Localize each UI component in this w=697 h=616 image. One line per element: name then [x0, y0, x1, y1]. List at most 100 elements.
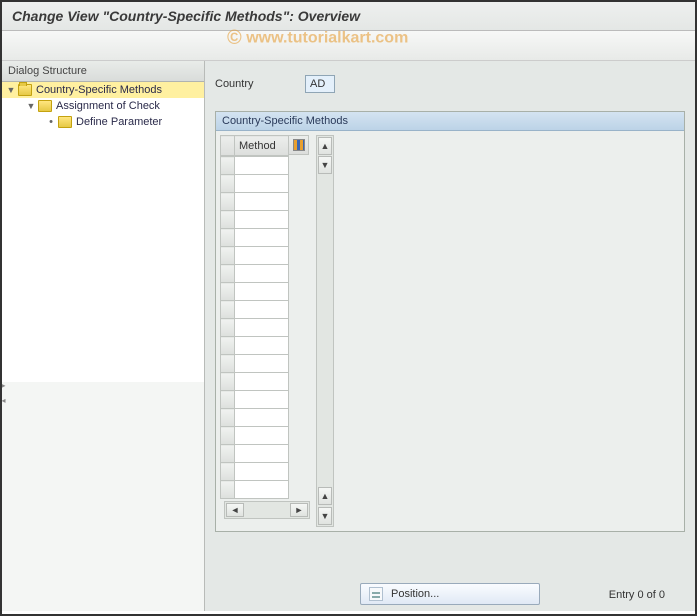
page-title: Change View "Country-Specific Methods": … [2, 2, 695, 31]
scroll-up-button[interactable]: ▲ [318, 137, 332, 155]
method-cell[interactable] [235, 427, 289, 445]
method-cell[interactable] [235, 265, 289, 283]
select-all-header[interactable] [221, 136, 235, 156]
row-selector[interactable] [221, 319, 235, 337]
scroll-right-button[interactable]: ► [290, 503, 308, 517]
table-row[interactable] [221, 373, 289, 391]
method-cell[interactable] [235, 193, 289, 211]
splitter-handle[interactable]: ▸ ◂ [2, 381, 8, 407]
method-cell[interactable] [235, 157, 289, 175]
row-selector[interactable] [221, 247, 235, 265]
method-cell[interactable] [235, 355, 289, 373]
table-row[interactable] [221, 211, 289, 229]
hscroll-track[interactable] [245, 502, 289, 518]
table-row[interactable] [221, 247, 289, 265]
row-selector[interactable] [221, 409, 235, 427]
method-cell[interactable] [235, 301, 289, 319]
row-selector[interactable] [221, 229, 235, 247]
row-selector[interactable] [221, 463, 235, 481]
methods-grid-container: Method ◄ ► [216, 131, 684, 531]
row-selector[interactable] [221, 427, 235, 445]
content-area: Country Country-Specific Methods Method [205, 61, 695, 611]
horizontal-scrollbar[interactable]: ◄ ► [224, 501, 310, 519]
table-row[interactable] [221, 265, 289, 283]
scroll-down-step-button[interactable]: ▼ [318, 156, 332, 174]
row-selector[interactable] [221, 283, 235, 301]
method-cell[interactable] [235, 283, 289, 301]
methods-grid-body[interactable] [220, 156, 289, 499]
folder-icon [38, 100, 52, 112]
row-selector[interactable] [221, 337, 235, 355]
row-selector[interactable] [221, 481, 235, 499]
toolbar [2, 31, 695, 61]
table-row[interactable] [221, 391, 289, 409]
table-row[interactable] [221, 193, 289, 211]
method-cell[interactable] [235, 391, 289, 409]
method-cell[interactable] [235, 175, 289, 193]
row-selector[interactable] [221, 157, 235, 175]
table-row[interactable] [221, 463, 289, 481]
method-cell[interactable] [235, 211, 289, 229]
scroll-left-button[interactable]: ◄ [226, 503, 244, 517]
table-row[interactable] [221, 409, 289, 427]
table-row[interactable] [221, 337, 289, 355]
country-label: Country [215, 78, 305, 90]
method-cell[interactable] [235, 481, 289, 499]
tree-bullet-icon: • [46, 116, 56, 128]
method-cell[interactable] [235, 463, 289, 481]
folder-open-icon [18, 84, 32, 96]
folder-icon [58, 116, 72, 128]
table-row[interactable] [221, 319, 289, 337]
method-cell[interactable] [235, 247, 289, 265]
country-field-row: Country [215, 75, 685, 93]
method-cell[interactable] [235, 373, 289, 391]
table-row[interactable] [221, 229, 289, 247]
table-row[interactable] [221, 157, 289, 175]
method-column-header[interactable]: Method [235, 136, 289, 156]
table-row[interactable] [221, 427, 289, 445]
table-row[interactable] [221, 355, 289, 373]
position-button-label: Position... [391, 588, 439, 600]
tree-item-label: Assignment of Check [56, 100, 160, 112]
method-cell[interactable] [235, 445, 289, 463]
tree-item-country-specific-methods[interactable]: ▼ Country-Specific Methods [2, 82, 204, 98]
row-selector[interactable] [221, 193, 235, 211]
method-cell[interactable] [235, 337, 289, 355]
row-selector[interactable] [221, 445, 235, 463]
table-row[interactable] [221, 301, 289, 319]
table-settings-button[interactable] [289, 135, 309, 155]
table-settings-icon [293, 139, 305, 151]
position-button[interactable]: Position... [360, 583, 540, 605]
tree-item-define-parameter[interactable]: • Define Parameter [2, 114, 204, 130]
entry-counter: Entry 0 of 0 [609, 589, 665, 601]
methods-grid[interactable]: Method [220, 135, 289, 156]
row-selector[interactable] [221, 265, 235, 283]
table-row[interactable] [221, 175, 289, 193]
tree-item-label: Define Parameter [76, 116, 162, 128]
dialog-structure-header: Dialog Structure [2, 61, 204, 82]
tree-expander-icon[interactable]: ▼ [6, 85, 16, 95]
row-selector[interactable] [221, 391, 235, 409]
tree-expander-icon[interactable]: ▼ [26, 101, 36, 111]
method-cell[interactable] [235, 409, 289, 427]
table-row[interactable] [221, 481, 289, 499]
row-selector[interactable] [221, 373, 235, 391]
method-cell[interactable] [235, 319, 289, 337]
row-selector[interactable] [221, 175, 235, 193]
tree-item-assignment-of-check[interactable]: ▼ Assignment of Check [2, 98, 204, 114]
methods-panel-header: Country-Specific Methods [216, 112, 684, 131]
country-input[interactable] [305, 75, 335, 93]
row-selector[interactable] [221, 211, 235, 229]
position-icon [369, 587, 383, 601]
scroll-up-step-button[interactable]: ▲ [318, 487, 332, 505]
row-selector[interactable] [221, 301, 235, 319]
row-selector[interactable] [221, 355, 235, 373]
table-row[interactable] [221, 283, 289, 301]
dialog-structure-tree: ▼ Country-Specific Methods ▼ Assignment … [2, 82, 204, 382]
vertical-scrollbar[interactable]: ▲ ▼ ▲ ▼ [316, 135, 334, 527]
tree-item-label: Country-Specific Methods [36, 84, 162, 96]
table-row[interactable] [221, 445, 289, 463]
scroll-down-button[interactable]: ▼ [318, 507, 332, 525]
dialog-structure-panel: Dialog Structure ▼ Country-Specific Meth… [2, 61, 205, 611]
method-cell[interactable] [235, 229, 289, 247]
